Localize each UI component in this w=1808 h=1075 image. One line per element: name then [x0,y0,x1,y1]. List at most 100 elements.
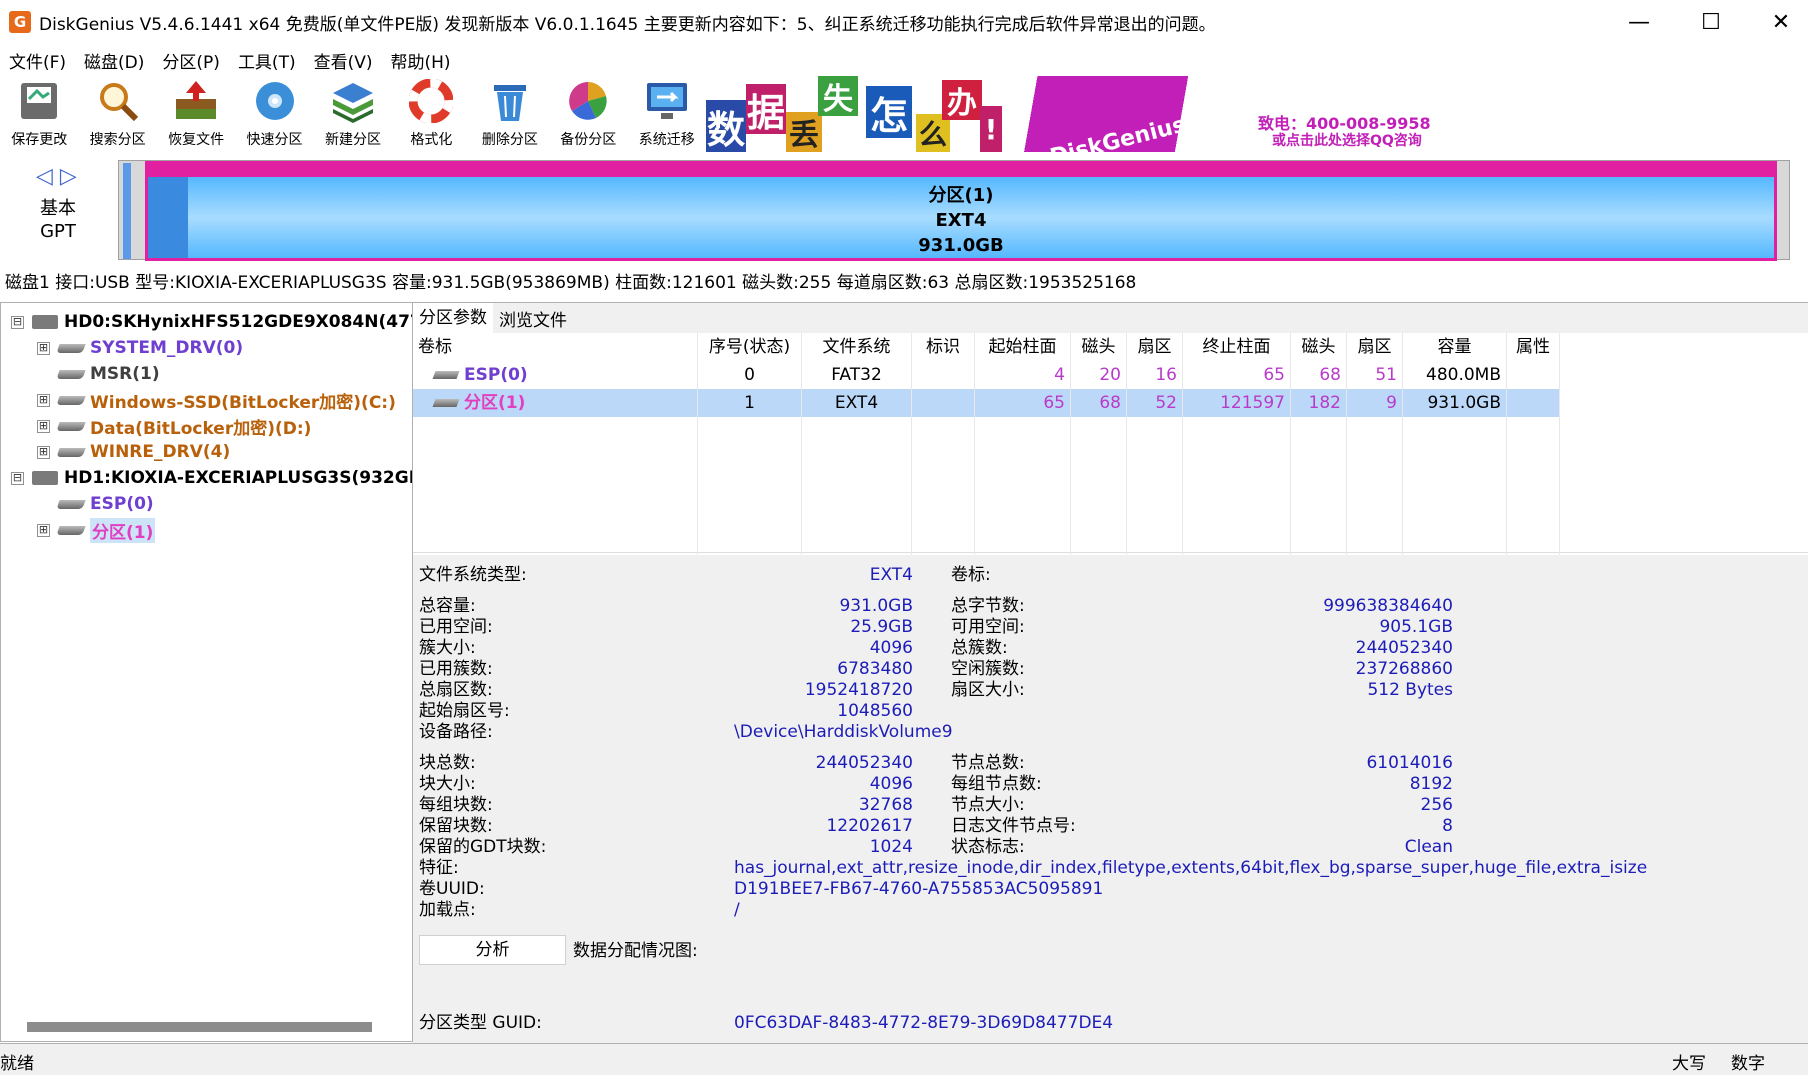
tab-partition-params[interactable]: 分区参数 [413,303,493,333]
column-header[interactable]: 卷标 [413,333,698,361]
partition-name: ESP(0) [464,365,528,385]
menu-tools[interactable]: 工具(T) [229,48,305,73]
tree-partition-node[interactable]: MSR(1) [37,361,160,387]
table-row[interactable]: ESP(0) 0 FAT32 4 20 16 65 68 51 480.0MB [413,361,1560,389]
tree-expander-icon[interactable]: ⊞ [37,393,50,407]
format-button[interactable]: 格式化 [392,76,470,155]
maximize-button[interactable]: ☐ [1676,0,1746,44]
empty-row [413,501,1560,529]
new-partition-button[interactable]: 新建分区 [314,76,392,155]
tree-expander-icon[interactable]: ⊟ [11,471,24,485]
save-changes-button[interactable]: 保存更改 [0,76,78,155]
empty-cell [698,501,802,529]
tree-node-label: 分区(1) [90,517,156,543]
menu-file[interactable]: 文件(F) [0,48,75,73]
detail-label: 簇大小: [419,638,476,658]
tree-expander-icon[interactable]: ⊞ [37,523,50,537]
tree-node-label: Windows-SSD(BitLocker加密)(C:) [90,392,396,413]
tree-partition-node[interactable]: ⊞ 分区(1) [37,517,156,543]
column-header[interactable]: 终止柱面 [1183,333,1291,361]
empty-cell [802,501,912,529]
detail-label: 特征: [419,858,459,878]
column-header[interactable]: 扇区 [1347,333,1403,361]
empty-cell [1127,473,1183,501]
ad-banner[interactable]: 数 据 丢 失 怎 么 办 ! DiskGenius 团队为您服务 致电：400… [706,76,1430,152]
tree-node-label: HD0:SKHynixHFS512GDE9X084N(477G [64,312,413,332]
menu-view[interactable]: 查看(V) [305,48,382,73]
partition-icon [56,447,86,457]
disk-nav-arrows[interactable]: ◁ ▷ [36,164,77,189]
column-header[interactable]: 磁头 [1071,333,1127,361]
partition-strip-esp[interactable] [123,163,131,259]
minimize-button[interactable]: — [1604,0,1674,44]
menu-disk[interactable]: 磁盘(D) [75,48,153,73]
close-button[interactable]: ✕ [1746,0,1808,44]
tree-expander-icon[interactable]: ⊞ [37,445,50,459]
tree-node-label: MSR(1) [90,364,160,384]
partition-block-name: 分区(1) [928,185,994,206]
table-cell [1507,361,1560,389]
system-migration-button[interactable]: 系统迁移 [628,76,706,155]
empty-row [413,417,1560,445]
tree-partition-node[interactable]: ⊞ SYSTEM_DRV(0) [37,335,243,361]
tree-horizontal-scrollbar[interactable] [27,1022,372,1032]
column-header[interactable]: 属性 [1507,333,1560,361]
detail-value: 256 [1420,795,1453,815]
empty-cell [1071,529,1127,557]
recover-files-button[interactable]: 恢复文件 [157,76,235,155]
column-header[interactable]: 容量 [1403,333,1507,361]
quick-partition-button[interactable]: 快速分区 [235,76,313,155]
tree-partition-node[interactable]: ESP(0) [37,491,154,517]
tree-partition-node[interactable]: ⊞ Data(BitLocker加密)(D:) [37,413,311,439]
table-cell: 51 [1347,361,1403,389]
analyze-button[interactable]: 分析 [419,935,566,965]
column-header[interactable]: 磁头 [1291,333,1347,361]
table-cell: 4 [975,361,1071,389]
column-header[interactable]: 起始柱面 [975,333,1071,361]
allocation-map-label: 数据分配情况图: [573,941,698,961]
tree-disk-node[interactable]: ⊟ HD1:KIOXIA-EXCERIAPLUSG3S(932GB [11,465,412,491]
tree-partition-node[interactable]: ⊞ Windows-SSD(BitLocker加密)(C:) [37,387,396,413]
detail-value: Clean [1404,837,1453,857]
column-header[interactable]: 文件系统 [802,333,912,361]
tree-partition-node[interactable]: ⊞ WINRE_DRV(4) [37,439,230,465]
tree-expander-icon[interactable]: ⊟ [11,315,24,329]
detail-label: 块大小: [419,774,476,794]
search-partition-button[interactable]: 搜索分区 [78,76,156,155]
empty-cell [413,445,698,473]
table-row[interactable]: 分区(1) 1 EXT4 65 68 52 121597 182 9 931.0GB [413,389,1560,417]
table-cell: 9 [1347,389,1403,417]
tab-strip: 分区参数 浏览文件 [413,303,1808,333]
tree-disk-node[interactable]: ⊟ HD0:SKHynixHFS512GDE9X084N(477G [11,309,413,335]
column-header[interactable]: 标识 [912,333,975,361]
empty-cell [1347,445,1403,473]
tree-node-label: ESP(0) [90,494,154,514]
partition-icon [56,395,86,405]
detail-label: 总扇区数: [419,680,493,700]
toolbar-label: 备份分区 [560,132,617,148]
detail-value: 4096 [869,638,913,658]
banner-tile: ! [980,106,1002,152]
column-header[interactable]: 序号(状态) [698,333,802,361]
empty-cell [1507,445,1560,473]
tree-node-label: SYSTEM_DRV(0) [90,338,244,358]
menu-help[interactable]: 帮助(H) [382,48,460,73]
tree-expander-icon[interactable]: ⊞ [37,341,50,355]
empty-cell [1507,501,1560,529]
tree-expander-icon[interactable]: ⊞ [37,419,50,433]
detail-value: 1952418720 [804,680,913,700]
backup-partition-button[interactable]: 备份分区 [549,76,627,155]
tab-browse-files[interactable]: 浏览文件 [493,306,573,331]
banner-qq-link[interactable]: 或点击此处选择QQ咨询 [1272,130,1422,150]
partition-block[interactable]: 分区(1) EXT4 931.0GB [145,161,1777,261]
table-cell-name: ESP(0) [413,361,698,389]
table-cell: 20 [1071,361,1127,389]
empty-cell [698,473,802,501]
detail-value: EXT4 [869,565,913,585]
column-header[interactable]: 扇区 [1127,333,1183,361]
delete-partition-button[interactable]: 删除分区 [471,76,549,155]
empty-cell [802,445,912,473]
lifebuoy-icon [408,78,454,124]
disk-tree: ⊟ HD0:SKHynixHFS512GDE9X084N(477G ⊞ SYSTEM_… [0,302,413,1042]
menu-partition[interactable]: 分区(P) [153,48,229,73]
